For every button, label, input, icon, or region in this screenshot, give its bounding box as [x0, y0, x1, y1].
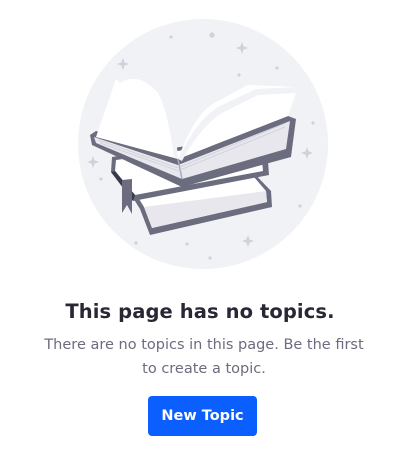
open-book-stack-icon	[78, 19, 328, 269]
new-topic-button[interactable]: New Topic	[148, 396, 257, 436]
empty-state: This page has no topics. There are no to…	[0, 0, 400, 449]
empty-state-description: There are no topics in this page. Be the…	[44, 337, 364, 377]
empty-topics-illustration	[78, 19, 328, 269]
empty-state-title: This page has no topics.	[65, 300, 335, 323]
